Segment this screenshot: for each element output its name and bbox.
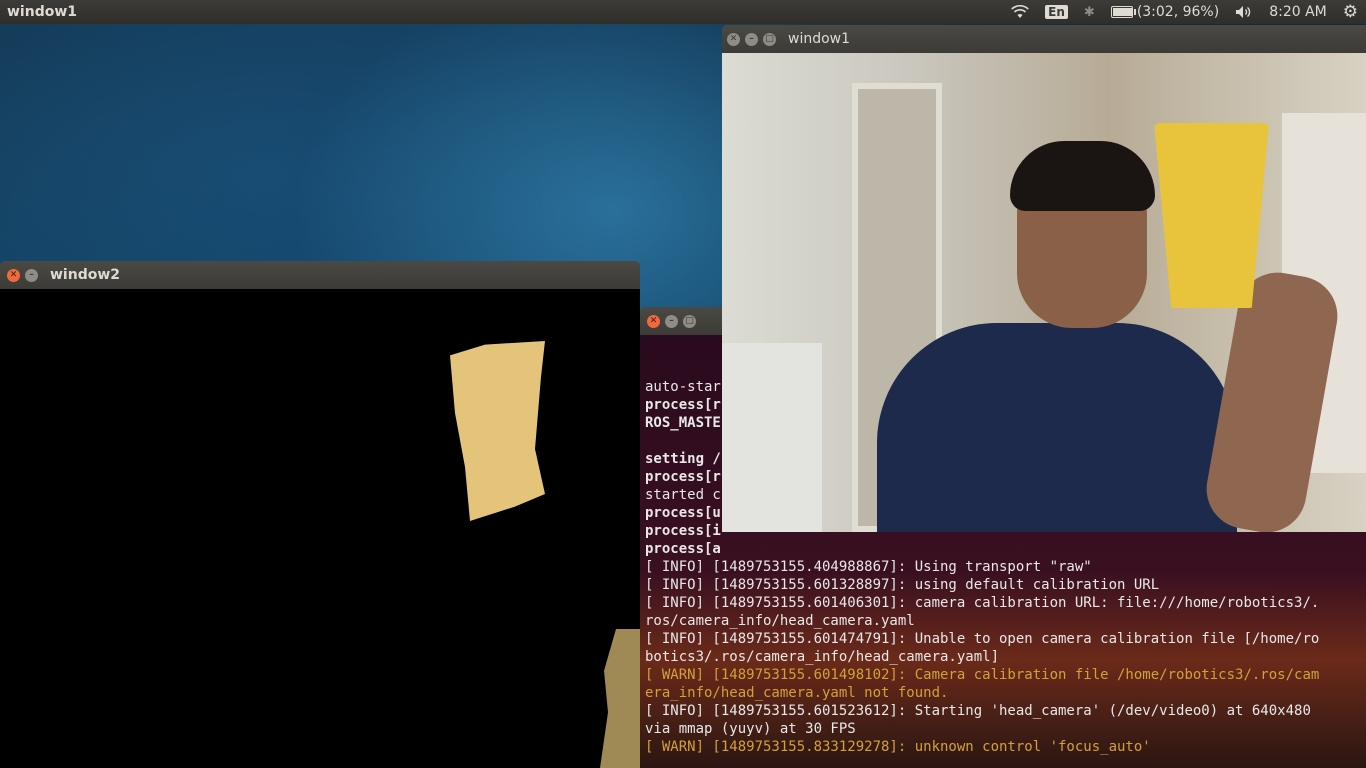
battery-icon [1110, 6, 1136, 18]
bluetooth-icon[interactable]: ✱ [1084, 5, 1095, 20]
window2: ✕ – window2 [0, 261, 640, 768]
window-title: window2 [50, 267, 121, 283]
minimize-button[interactable]: – [25, 268, 38, 282]
terminal-line: via mmap (yuyv) at 30 FPS [645, 721, 856, 737]
minimize-button[interactable]: – [665, 314, 678, 328]
terminal-line: [ INFO] [1489753155.404988867]: Using tr… [645, 559, 1092, 575]
fridge [722, 343, 822, 532]
camera-feed [722, 53, 1366, 532]
battery-indicator[interactable]: (3:02, 96%) [1110, 4, 1220, 20]
person-shirt [877, 323, 1237, 532]
top-panel: window1 En ✱ (3:02, 96%) 8:20 AM ⚙ [0, 0, 1366, 24]
window1-titlebar[interactable]: ✕ – □ window1 [722, 25, 1366, 53]
maximize-button[interactable]: □ [763, 32, 776, 46]
yellow-cup [1154, 123, 1269, 308]
close-button[interactable]: ✕ [7, 268, 20, 282]
cup-mask [450, 341, 545, 521]
window-title: window1 [788, 31, 851, 47]
person-hair [1010, 141, 1155, 211]
volume-icon[interactable] [1235, 5, 1253, 19]
window2-titlebar[interactable]: ✕ – window2 [0, 261, 640, 289]
battery-text: (3:02, 96%) [1136, 4, 1220, 20]
keyboard-layout-label: En [1045, 5, 1068, 19]
terminal-line: [ INFO] [1489753155.601523612]: Starting… [645, 703, 1311, 719]
close-button[interactable]: ✕ [647, 314, 660, 328]
terminal-line: process[a [645, 541, 721, 557]
noise-mask [600, 629, 640, 768]
terminal-line: botics3/.ros/camera_info/head_camera.yam… [645, 649, 1000, 665]
terminal-line: era_info/head_camera.yaml not found. [645, 685, 949, 701]
panel-indicators: En ✱ (3:02, 96%) 8:20 AM ⚙ [1003, 0, 1366, 24]
terminal-line: ros/camera_info/head_camera.yaml [645, 613, 915, 629]
wifi-icon[interactable] [1011, 5, 1029, 19]
window1: ✕ – □ window1 [722, 25, 1366, 532]
gear-icon[interactable]: ⚙ [1343, 2, 1358, 22]
terminal-line: [ WARN] [1489753155.601498102]: Camera c… [645, 667, 1320, 683]
terminal-line: [ INFO] [1489753155.601406301]: camera c… [645, 595, 1320, 611]
terminal-line: [ INFO] [1489753155.601474791]: Unable t… [645, 631, 1320, 647]
minimize-button[interactable]: – [745, 32, 758, 46]
close-button[interactable]: ✕ [727, 32, 740, 46]
maximize-button[interactable]: □ [683, 314, 696, 328]
terminal-line: [ WARN] [1489753155.833129278]: unknown … [645, 739, 1151, 755]
keyboard-layout-indicator[interactable]: En [1045, 5, 1068, 19]
active-app-title: window1 [7, 4, 78, 20]
clock[interactable]: 8:20 AM [1269, 4, 1327, 20]
terminal-line: [ INFO] [1489753155.601328897]: using de… [645, 577, 1160, 593]
mask-image [0, 289, 640, 768]
